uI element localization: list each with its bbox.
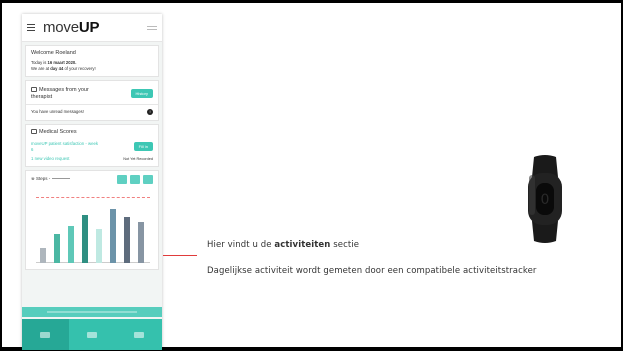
unread-badge-icon[interactable]: ! [147,109,153,115]
home-icon [40,331,51,338]
steps-bar [68,225,74,263]
caption-activities: Hier vindt u de activiteiten sectie [207,240,360,250]
activity-tracker-image: 0 [528,155,562,243]
bottom-nav [22,319,162,350]
messages-card: Messages from your therapist History You… [25,80,159,121]
steps-card: ※ Steps - [25,169,159,270]
hamburger-menu-icon[interactable] [27,24,35,31]
app-header: moveUP [22,14,162,42]
recovery-line: We are at day 44 of your recovery! [31,66,96,71]
messages-title: Messages from your therapist [31,87,89,100]
footsteps-icon: ※ [31,176,35,181]
steps-bar [110,208,116,263]
steps-bar [138,221,144,263]
steps-bar [96,228,102,263]
steps-week-button[interactable] [130,174,140,184]
nav-tab-profile[interactable] [115,319,162,350]
svg-text:0: 0 [541,192,550,208]
sync-bar[interactable] [22,307,162,317]
steps-chart [36,195,150,263]
exercises-icon [87,331,97,338]
message-icon [31,87,37,93]
video-request-link[interactable]: 1 new video request [31,156,69,162]
pointer-line [163,255,197,256]
steps-month-button[interactable] [143,174,153,184]
welcome-title: Welcome Roeland [31,50,76,56]
survey-link[interactable]: moveUP patient satisfaction - week 6 [31,141,99,153]
medical-scores-title: Medical Scores [31,129,153,136]
profile-icon [133,331,144,338]
app-screenshot: moveUP Welcome Roeland Today is 16 maart… [22,14,162,350]
folder-icon [31,129,37,135]
steps-bar [40,247,46,263]
steps-bar [124,216,130,263]
video-status: Not Yet Recorded [123,156,153,161]
steps-day-button[interactable] [117,174,127,184]
history-button[interactable]: History [130,89,153,98]
fill-in-button[interactable]: Fill in [133,142,153,151]
caption-tracker: Dagelijkse activiteit wordt gemeten door… [207,266,537,276]
steps-goal-line [36,196,150,198]
medical-scores-card: Medical Scores moveUP patient satisfacti… [25,124,159,167]
steps-bar [82,214,88,263]
nav-tab-home[interactable] [22,319,69,350]
steps-bar [54,233,60,263]
app-logo: moveUP [43,19,100,36]
header-control-icon[interactable] [147,25,157,30]
divider [26,104,158,105]
steps-label: ※ Steps - [31,176,71,182]
nav-tab-exercises[interactable] [69,319,116,350]
welcome-card: Welcome Roeland Today is 16 maart 2020. … [25,45,159,77]
unread-text[interactable]: You have unread messages! [31,109,84,115]
